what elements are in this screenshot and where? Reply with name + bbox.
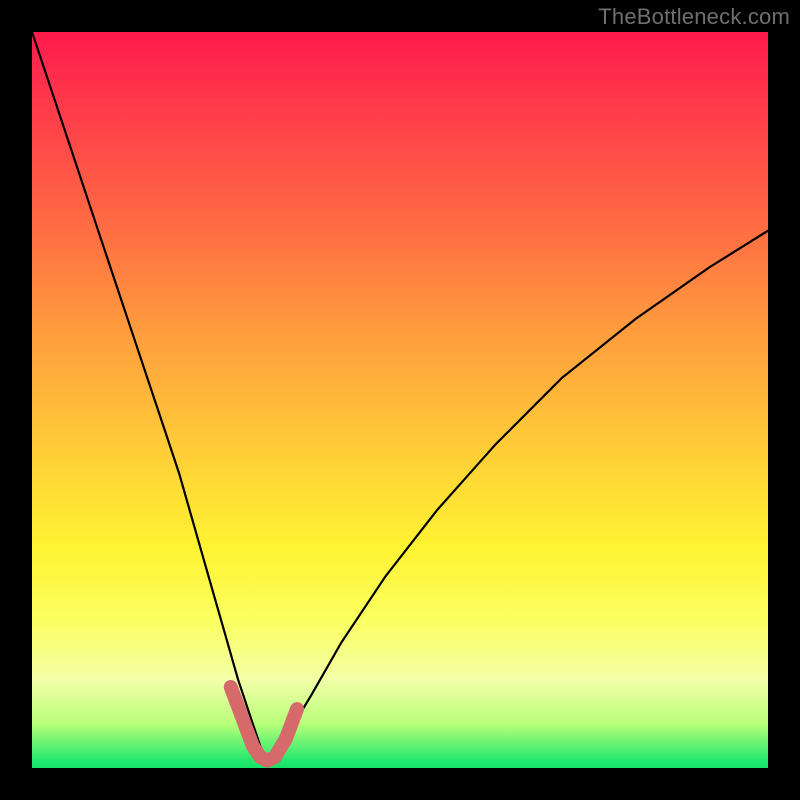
chart-frame: TheBottleneck.com <box>0 0 800 800</box>
sweet-spot-highlight <box>231 687 297 761</box>
plot-area <box>32 32 768 768</box>
bottleneck-curve <box>32 32 768 761</box>
watermark-text: TheBottleneck.com <box>598 4 790 30</box>
curve-layer <box>32 32 768 768</box>
